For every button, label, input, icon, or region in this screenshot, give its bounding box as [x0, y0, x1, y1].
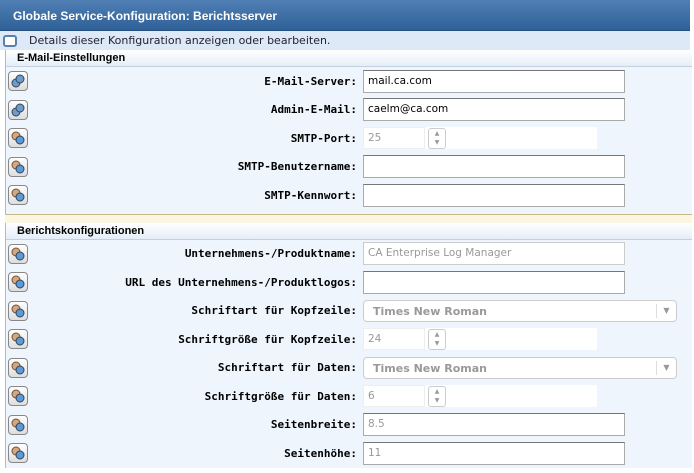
page-height-label: Seitenhöhe: [284, 446, 357, 460]
company-row: Unternehmens-/Produktname: CA Enterprise… [6, 240, 692, 269]
smtp-port-label: SMTP-Port: [290, 131, 357, 145]
selected-value: Times New Roman [373, 304, 487, 318]
email-server-label: E-Mail-Server: [264, 74, 357, 88]
local-override-icon[interactable] [8, 272, 28, 293]
head-font-label: Schriftart für Kopfzeile: [191, 304, 357, 318]
local-override-icon[interactable] [8, 329, 28, 350]
smtp-pass-row: SMTP-Kennwort: [6, 181, 692, 210]
data-font-select[interactable]: Times New Roman ▼ [363, 356, 677, 379]
page-height-input[interactable]: 11 [363, 441, 625, 465]
local-override-icon[interactable] [8, 243, 28, 264]
section-divider [5, 213, 692, 223]
data-size-stepper: 6 ▲ ▼ [363, 385, 597, 408]
data-size-label: Schriftgröße für Daten: [204, 389, 357, 403]
page-width-label: Seitenbreite: [270, 418, 357, 432]
local-override-icon[interactable] [8, 156, 28, 177]
smtp-pass-input[interactable] [363, 183, 625, 207]
logo-label: URL des Unternehmens-/Produktlogos: [125, 275, 357, 289]
smtp-user-row: SMTP-Benutzername: [6, 153, 692, 182]
logo-input[interactable] [363, 270, 625, 294]
section-header: E-Mail-Einstellungen [6, 50, 692, 67]
window-title: Globale Service-Konfiguration: Berichtss… [0, 0, 690, 31]
email-settings-section: E-Mail-Einstellungen E-Mail-Server: mail… [5, 50, 692, 214]
local-override-icon[interactable] [8, 357, 28, 378]
smtp-user-input[interactable] [363, 155, 625, 179]
logo-row: URL des Unternehmens-/Produktlogos: [6, 268, 692, 297]
head-size-stepper: 24 ▲ ▼ [363, 328, 597, 351]
page-width-input[interactable]: 8.5 [363, 413, 625, 437]
smtp-user-label: SMTP-Benutzername: [237, 160, 357, 174]
company-label: Unternehmens-/Produktname: [184, 247, 357, 261]
local-override-icon[interactable] [8, 443, 28, 464]
stepper-arrows[interactable]: ▲ ▼ [428, 386, 446, 408]
smtp-pass-label: SMTP-Kennwort: [264, 188, 357, 202]
smtp-port-row: SMTP-Port: 25 ▲ ▼ [6, 124, 692, 153]
data-size-row: Schriftgröße für Daten: 6 ▲ ▼ [6, 382, 692, 411]
data-font-row: Schriftart für Daten: Times New Roman ▼ [6, 354, 692, 383]
head-size-row: Schriftgröße für Kopfzeile: 24 ▲ ▼ [6, 325, 692, 354]
selected-value: Times New Roman [373, 361, 487, 375]
chevron-down-icon[interactable]: ▼ [656, 303, 676, 318]
stepper-arrows[interactable]: ▲ ▼ [428, 329, 446, 351]
local-override-icon[interactable] [8, 128, 28, 149]
admin-email-input[interactable]: caelm@ca.com [363, 98, 625, 122]
email-server-row: E-Mail-Server: mail.ca.com [6, 67, 692, 96]
smtp-port-stepper: 25 ▲ ▼ [363, 127, 597, 150]
admin-email-row: Admin-E-Mail: caelm@ca.com [6, 96, 692, 125]
info-bar: Details dieser Konfiguration anzeigen od… [0, 31, 690, 50]
local-override-icon[interactable] [8, 300, 28, 321]
local-override-icon[interactable] [8, 185, 28, 206]
global-link-icon[interactable] [8, 71, 28, 92]
smtp-port-input[interactable]: 25 [363, 127, 425, 150]
stepper-arrows[interactable]: ▲ ▼ [428, 128, 446, 150]
report-config-section: Berichtskonfigurationen Unternehmens-/Pr… [5, 222, 692, 468]
data-font-label: Schriftart für Daten: [217, 361, 357, 375]
global-link-icon[interactable] [8, 99, 28, 120]
data-size-input[interactable]: 6 [363, 385, 425, 408]
head-size-input[interactable]: 24 [363, 328, 425, 351]
page-width-row: Seitenbreite: 8.5 [6, 411, 692, 440]
head-font-row: Schriftart für Kopfzeile: Times New Roma… [6, 297, 692, 326]
page-height-row: Seitenhöhe: 11 [6, 439, 692, 468]
head-size-label: Schriftgröße für Kopfzeile: [178, 332, 357, 346]
speech-bubble-icon [3, 34, 17, 47]
info-text: Details dieser Konfiguration anzeigen od… [29, 34, 331, 47]
local-override-icon[interactable] [8, 386, 28, 407]
head-font-select[interactable]: Times New Roman ▼ [363, 299, 677, 322]
admin-email-label: Admin-E-Mail: [270, 103, 357, 117]
section-header: Berichtskonfigurationen [6, 222, 692, 240]
email-server-input[interactable]: mail.ca.com [363, 69, 625, 93]
company-input[interactable]: CA Enterprise Log Manager [363, 242, 625, 266]
chevron-down-icon[interactable]: ▼ [656, 360, 676, 375]
local-override-icon[interactable] [8, 414, 28, 435]
